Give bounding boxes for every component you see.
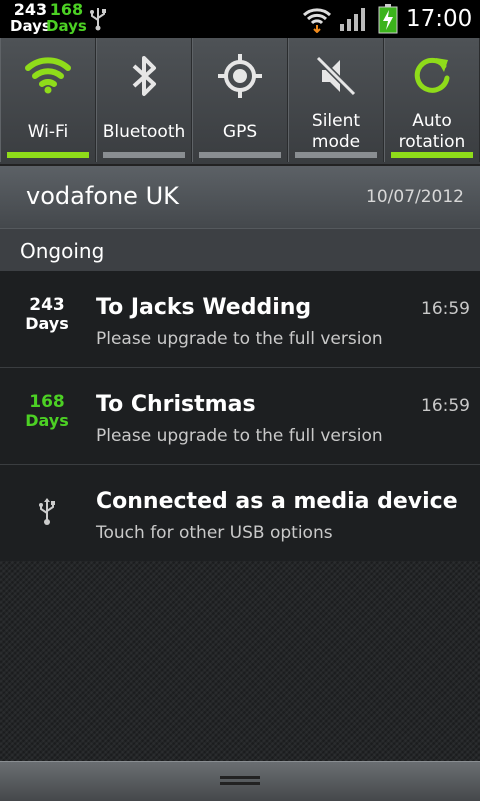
- icon-label: Days: [25, 314, 69, 333]
- notification-jacks-wedding[interactable]: 243 Days To Jacks Wedding Please upgrade…: [0, 271, 480, 368]
- wifi-icon: [25, 57, 71, 94]
- days-counter-168: 168 Days: [46, 0, 87, 35]
- wifi-icon: [302, 8, 332, 33]
- notification-drawer-handle[interactable]: [0, 761, 480, 801]
- wifi-label: Wi-Fi: [27, 121, 69, 142]
- notification-title: Connected as a media device: [96, 489, 458, 514]
- silent-mode-icon: [315, 55, 357, 97]
- auto-rotation-label: Auto rotation: [398, 111, 466, 152]
- signal-icon: [340, 8, 365, 31]
- status-time: 17:00: [406, 6, 473, 32]
- counter-label: Days: [46, 17, 87, 35]
- wifi-toggle[interactable]: Wi-Fi: [0, 38, 96, 162]
- silent-mode-toggle[interactable]: Silent mode: [288, 38, 384, 162]
- notification-usb-media-device[interactable]: Connected as a media device Touch for ot…: [0, 465, 480, 562]
- usb-icon: [39, 498, 55, 525]
- silent-mode-label: Silent mode: [311, 111, 361, 152]
- counter-number: 168: [49, 0, 84, 19]
- counter-number: 243: [13, 0, 48, 19]
- notification-time: 16:59: [421, 299, 470, 319]
- ongoing-label: Ongoing: [20, 239, 105, 263]
- notification-christmas[interactable]: 168 Days To Christmas Please upgrade to …: [0, 368, 480, 465]
- gps-icon: [218, 54, 262, 98]
- days-counter-icon: 243 Days: [14, 295, 80, 333]
- carrier-row: vodafone UK 10/07/2012: [0, 166, 480, 228]
- bluetooth-icon: [132, 56, 156, 96]
- status-bar: 243 Days 168 Days 17:00: [0, 0, 480, 38]
- carrier-name: vodafone UK: [26, 182, 179, 210]
- notification-title: To Christmas: [96, 392, 256, 417]
- auto-rotation-icon: [414, 57, 450, 93]
- bluetooth-status-bar: [103, 152, 185, 158]
- gps-status-bar: [199, 152, 281, 158]
- counter-label: Days: [10, 17, 51, 35]
- bluetooth-toggle[interactable]: Bluetooth: [96, 38, 192, 162]
- notification-panel-background: [0, 561, 480, 761]
- icon-number: 168: [29, 392, 65, 412]
- notification-time: 16:59: [421, 396, 470, 416]
- wifi-status-bar: [7, 152, 89, 158]
- bluetooth-label: Bluetooth: [102, 121, 186, 142]
- gps-toggle[interactable]: GPS: [192, 38, 288, 162]
- notification-subtitle: Please upgrade to the full version: [96, 426, 383, 446]
- notification-title: To Jacks Wedding: [96, 295, 312, 320]
- battery-charging-icon: [378, 4, 398, 34]
- auto-rotation-toggle[interactable]: Auto rotation: [384, 38, 480, 162]
- ongoing-header: Ongoing: [0, 228, 480, 271]
- carrier-date: 10/07/2012: [366, 187, 464, 207]
- gps-label: GPS: [222, 121, 258, 142]
- silent-mode-status-bar: [295, 152, 377, 158]
- days-counter-243: 243 Days: [10, 0, 51, 35]
- auto-rotation-status-bar: [391, 152, 473, 158]
- days-counter-icon: 168 Days: [14, 392, 80, 430]
- usb-icon: [90, 8, 106, 31]
- icon-label: Days: [25, 411, 69, 430]
- notification-subtitle: Please upgrade to the full version: [96, 329, 383, 349]
- quick-settings-panel: Wi-Fi Bluetooth GPS Silent mode Auto rot…: [0, 38, 480, 166]
- icon-number: 243: [29, 295, 65, 315]
- notification-subtitle: Touch for other USB options: [96, 523, 333, 543]
- drag-handle-icon: [220, 776, 260, 785]
